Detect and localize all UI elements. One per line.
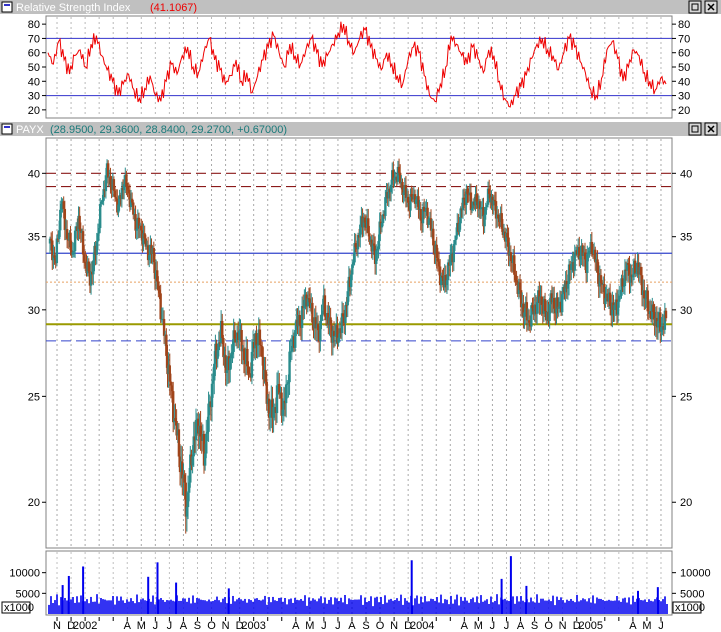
rsi-tick-label-right: 80 — [678, 19, 690, 31]
rsi-tick-label-left: 80 — [28, 19, 40, 31]
price-tick-label-left: 30 — [28, 305, 40, 317]
x-tick-label: N — [53, 620, 61, 632]
price-tick-label-right: 40 — [680, 168, 692, 180]
x-tick-label: 2002 — [73, 620, 97, 632]
x-tick-label: N — [222, 620, 230, 632]
rsi-tick-label-left: 70 — [28, 33, 40, 45]
price-candle-body — [55, 238, 59, 264]
rsi-panel-value: (41.1067) — [150, 2, 197, 14]
x-tick-label: N — [559, 620, 567, 632]
rsi-panel-icon-detail — [4, 4, 10, 6]
rsi-tick-label-left: 60 — [28, 48, 40, 60]
price-tick-label-right: 35 — [680, 232, 692, 244]
rsi-plot-area — [45, 15, 673, 119]
rsi-tick-label-right: 70 — [678, 33, 690, 45]
price-tick-label-left: 40 — [28, 168, 40, 180]
rsi-tick-label-left: 40 — [28, 76, 40, 88]
rsi-panel-icon — [1, 1, 13, 13]
x-tick-label: O — [544, 620, 553, 632]
price-panel-icon — [1, 123, 13, 135]
price-candle-body — [664, 310, 668, 319]
price-candle-body — [98, 203, 102, 229]
price-candle-body — [323, 295, 327, 317]
x-tick-label: S — [194, 620, 201, 632]
volume-tick-label-left: 5000 — [16, 588, 40, 600]
x-tick-label: A — [124, 620, 132, 632]
x-tick-label: M — [474, 620, 483, 632]
x-tick-label: M — [305, 620, 314, 632]
x-tick-label: 2005 — [579, 620, 603, 632]
price-plot-area — [45, 137, 673, 549]
volume-scale-label-right: x1000 — [675, 602, 705, 614]
x-tick-label: N — [390, 620, 398, 632]
price-restore-button[interactable] — [688, 122, 702, 136]
x-tick-label: A — [629, 620, 637, 632]
x-tick-label: J — [167, 620, 173, 632]
volume-tick-label-left: 10000 — [9, 568, 40, 580]
x-tick-label: S — [531, 620, 538, 632]
x-tick-label: 2004 — [410, 620, 434, 632]
rsi-tick-label-left: 30 — [28, 91, 40, 103]
price-panel-title: PAYX — [16, 124, 44, 136]
volume-tick-label-right: 10000 — [680, 568, 711, 580]
price-tick-label-right: 20 — [680, 497, 692, 509]
volume-tick-label-right: 5000 — [680, 588, 704, 600]
rsi-restore-button[interactable] — [688, 0, 702, 14]
x-tick-label: J — [504, 620, 510, 632]
rsi-tick-label-left: 50 — [28, 62, 40, 74]
x-tick-label: J — [490, 620, 496, 632]
rsi-panel-title: Relative Strength Index — [16, 2, 131, 14]
chart-window: Relative Strength Index (41.1067) 20 20 30… — [0, 0, 721, 632]
x-tick-label: 2003 — [241, 620, 265, 632]
stock-chart: Relative Strength Index (41.1067) 20 20 30… — [0, 0, 721, 632]
price-panel-icon-detail — [4, 126, 10, 128]
x-tick-label: J — [335, 620, 341, 632]
volume-scale-label-left: x1000 — [4, 602, 34, 614]
x-tick-label: A — [180, 620, 188, 632]
price-tick-label-left: 35 — [28, 232, 40, 244]
price-tick-label-left: 20 — [28, 497, 40, 509]
rsi-tick-label-right: 20 — [678, 105, 690, 117]
x-tick-label: J — [658, 620, 664, 632]
price-tick-label-left: 25 — [28, 391, 40, 403]
x-tick-label: M — [137, 620, 146, 632]
price-tick-label-right: 25 — [680, 391, 692, 403]
price-panel-ohlc: (28.9500, 29.3600, 28.8400, 29.2700, +0.… — [50, 124, 287, 136]
x-tick-label: S — [362, 620, 369, 632]
rsi-tick-label-left: 20 — [28, 105, 40, 117]
x-tick-label: M — [642, 620, 651, 632]
rsi-tick-label-right: 60 — [678, 48, 690, 60]
x-tick-label: J — [153, 620, 159, 632]
x-tick-label: A — [461, 620, 469, 632]
price-tick-label-right: 30 — [680, 305, 692, 317]
x-tick-label: A — [517, 620, 525, 632]
x-tick-label: O — [376, 620, 385, 632]
x-tick-label: J — [321, 620, 327, 632]
x-tick-label: A — [292, 620, 300, 632]
rsi-tick-label-right: 30 — [678, 91, 690, 103]
rsi-tick-label-right: 50 — [678, 62, 690, 74]
x-tick-label: A — [348, 620, 356, 632]
x-tick-label: O — [207, 620, 216, 632]
rsi-tick-label-right: 40 — [678, 76, 690, 88]
